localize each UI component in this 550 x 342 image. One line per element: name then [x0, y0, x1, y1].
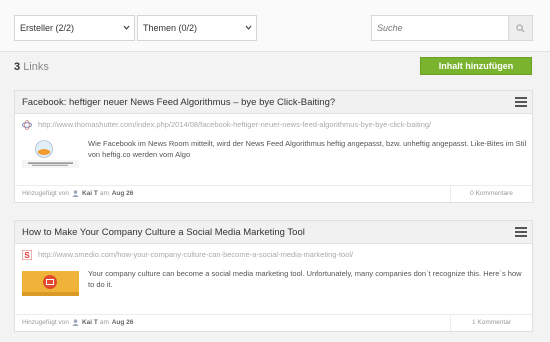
card-content: Wie Facebook im News Room mitteilt, wird…	[15, 135, 532, 177]
user-avatar-icon	[72, 319, 79, 326]
added-by-label: Hinzugefügt von	[22, 190, 69, 197]
svg-text:S: S	[24, 251, 30, 260]
chevron-down-icon	[123, 16, 130, 50]
link-card: Facebook: heftiger neuer News Feed Algor…	[14, 90, 533, 203]
card-footer: Hinzugefügt von Kai T am Aug 26 0 Kommen…	[15, 185, 532, 202]
author-name[interactable]: Kai T	[82, 319, 98, 326]
user-avatar-icon	[72, 190, 79, 197]
add-content-button[interactable]: Inhalt hinzufügen	[420, 57, 532, 75]
links-count-number: 3	[14, 61, 21, 73]
chevron-down-icon	[245, 16, 252, 50]
search-box	[371, 15, 533, 41]
card-thumbnail[interactable]	[22, 138, 79, 168]
card-thumbnail[interactable]	[22, 268, 79, 298]
search-input[interactable]	[372, 16, 508, 40]
filter-toolbar: Ersteller (2/2) Themen (0/2)	[0, 0, 550, 52]
card-url-row: S http://www.smedio.com/how-your-company…	[15, 245, 532, 265]
date-prefix: am	[99, 319, 109, 326]
topics-filter-select[interactable]: Themen (0/2)	[137, 15, 257, 41]
card-meta: Hinzugefügt von Kai T am Aug 26	[22, 190, 135, 197]
author-name[interactable]: Kai T	[82, 190, 98, 197]
comments-link[interactable]: 0 Kommentare	[450, 186, 532, 202]
creator-filter-select[interactable]: Ersteller (2/2)	[14, 15, 135, 41]
added-by-label: Hinzugefügt von	[22, 319, 69, 326]
card-description: Your company culture can become a social…	[88, 269, 522, 289]
post-date: Aug 26	[111, 190, 134, 197]
card-url-link[interactable]: http://www.smedio.com/how-your-company-c…	[38, 250, 353, 259]
card-header: Facebook: heftiger neuer News Feed Algor…	[15, 91, 532, 114]
card-title[interactable]: Facebook: heftiger neuer News Feed Algor…	[22, 97, 335, 108]
link-card: How to Make Your Company Culture a Socia…	[14, 220, 533, 332]
date-prefix: am	[99, 190, 109, 197]
card-url-row: http://www.thomashutter.com/index.php/20…	[15, 115, 532, 135]
post-date: Aug 26	[111, 319, 134, 326]
card-meta: Hinzugefügt von Kai T am Aug 26	[22, 319, 135, 326]
search-icon	[516, 23, 525, 33]
card-description: Wie Facebook im News Room mitteilt, wird…	[88, 139, 527, 159]
card-url-link[interactable]: http://www.thomashutter.com/index.php/20…	[38, 120, 431, 129]
links-count-label: Links	[23, 61, 49, 73]
creator-filter-label: Ersteller (2/2)	[20, 23, 75, 33]
card-footer: Hinzugefügt von Kai T am Aug 26 1 Kommen…	[15, 314, 532, 331]
hamburger-menu-icon[interactable]	[515, 227, 527, 237]
links-count: 3 Links	[14, 60, 49, 74]
comments-link[interactable]: 1 Kommentar	[450, 315, 532, 331]
card-content: Your company culture can become a social…	[15, 265, 532, 307]
smedio-favicon-icon: S	[22, 250, 32, 260]
hamburger-menu-icon[interactable]	[515, 97, 527, 107]
card-header: How to Make Your Company Culture a Socia…	[15, 221, 532, 244]
card-title[interactable]: How to Make Your Company Culture a Socia…	[22, 227, 305, 238]
link-favicon-icon	[22, 120, 32, 130]
topics-filter-label: Themen (0/2)	[143, 23, 198, 33]
search-button[interactable]	[508, 16, 532, 40]
